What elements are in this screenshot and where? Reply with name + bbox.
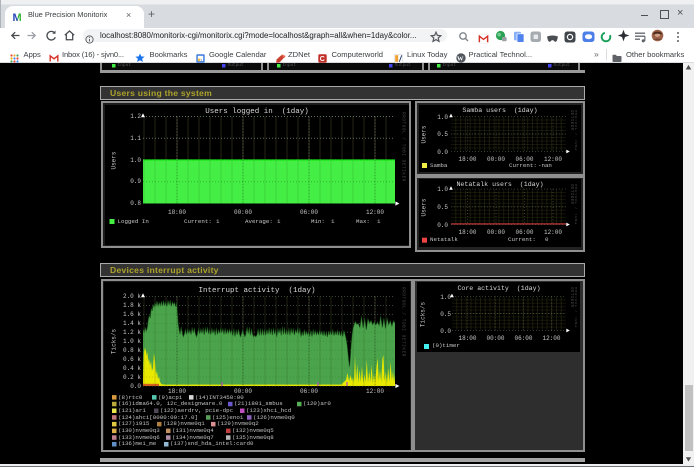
svg-text:C: C xyxy=(320,56,325,63)
svg-text:W: W xyxy=(457,55,464,62)
